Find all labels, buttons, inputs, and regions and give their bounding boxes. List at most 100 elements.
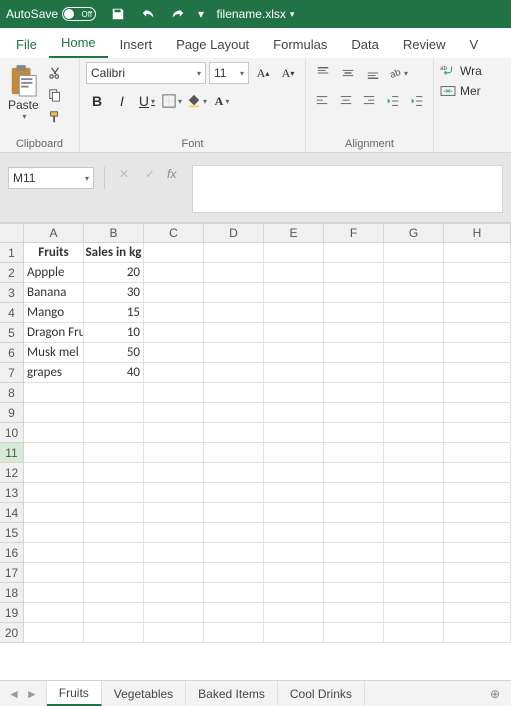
cell-B2[interactable]: 20 [84,263,144,283]
cell-C10[interactable] [144,423,204,443]
tab-page-layout[interactable]: Page Layout [164,31,261,58]
cell-D15[interactable] [204,523,264,543]
cell-D16[interactable] [204,543,264,563]
cell-F20[interactable] [324,623,384,643]
cell-F7[interactable] [324,363,384,383]
decrease-font-icon[interactable]: A▾ [277,62,299,84]
cell-H16[interactable] [444,543,511,563]
cell-E17[interactable] [264,563,324,583]
cell-H10[interactable] [444,423,511,443]
cell-D7[interactable] [204,363,264,383]
cell-G17[interactable] [384,563,444,583]
cell-D18[interactable] [204,583,264,603]
cell-B13[interactable] [84,483,144,503]
cell-B12[interactable] [84,463,144,483]
cell-D9[interactable] [204,403,264,423]
cell-D17[interactable] [204,563,264,583]
cell-B3[interactable]: 30 [84,283,144,303]
cell-E7[interactable] [264,363,324,383]
sheet-next-icon[interactable]: ► [26,687,38,701]
cell-E6[interactable] [264,343,324,363]
cell-F3[interactable] [324,283,384,303]
cell-H2[interactable] [444,263,511,283]
cell-D1[interactable] [204,243,264,263]
cell-C20[interactable] [144,623,204,643]
tab-data[interactable]: Data [339,31,390,58]
row-header-7[interactable]: 7 [0,363,24,383]
cell-A1[interactable]: Fruits [24,243,84,263]
cell-F16[interactable] [324,543,384,563]
wrap-text-button[interactable]: ab Wra [440,64,482,78]
cell-B7[interactable]: 40 [84,363,144,383]
cell-A4[interactable]: Mango [24,303,84,323]
cell-B9[interactable] [84,403,144,423]
cell-D19[interactable] [204,603,264,623]
cell-A20[interactable] [24,623,84,643]
cell-E12[interactable] [264,463,324,483]
cell-A13[interactable] [24,483,84,503]
cell-C9[interactable] [144,403,204,423]
decrease-indent-icon[interactable] [383,90,404,112]
cell-H5[interactable] [444,323,511,343]
enter-formula-icon[interactable]: ✓ [141,167,159,181]
cell-C2[interactable] [144,263,204,283]
cell-H7[interactable] [444,363,511,383]
cell-B14[interactable] [84,503,144,523]
cell-C16[interactable] [144,543,204,563]
cell-B6[interactable]: 50 [84,343,144,363]
cell-D6[interactable] [204,343,264,363]
tab-insert[interactable]: Insert [108,31,165,58]
row-header-3[interactable]: 3 [0,283,24,303]
row-header-10[interactable]: 10 [0,423,24,443]
name-box[interactable]: M11 ▾ [8,167,94,189]
cell-F2[interactable] [324,263,384,283]
row-header-12[interactable]: 12 [0,463,24,483]
undo-icon[interactable] [138,5,158,23]
cell-H14[interactable] [444,503,511,523]
font-color-button[interactable]: A ▾ [211,90,233,112]
cell-A10[interactable] [24,423,84,443]
font-name-combo[interactable]: Calibri ▾ [86,62,206,84]
cell-H18[interactable] [444,583,511,603]
underline-button[interactable]: U▾ [136,90,158,112]
cell-F19[interactable] [324,603,384,623]
paste-button[interactable]: Paste ▾ [6,62,41,123]
cell-F10[interactable] [324,423,384,443]
column-header-D[interactable]: D [204,224,264,243]
sheet-nav[interactable]: ◄ ► [0,681,47,706]
cell-H3[interactable] [444,283,511,303]
cell-G15[interactable] [384,523,444,543]
column-header-F[interactable]: F [324,224,384,243]
sheet-tab-fruits[interactable]: Fruits [47,681,102,706]
row-header-6[interactable]: 6 [0,343,24,363]
redo-icon[interactable] [168,5,188,23]
row-header-5[interactable]: 5 [0,323,24,343]
column-header-E[interactable]: E [264,224,324,243]
cell-A7[interactable]: grapes [24,363,84,383]
copy-icon[interactable] [45,86,65,104]
cell-G9[interactable] [384,403,444,423]
cell-E1[interactable] [264,243,324,263]
cell-C19[interactable] [144,603,204,623]
tab-view[interactable]: V [457,31,490,58]
cut-icon[interactable] [45,64,65,82]
cell-F13[interactable] [324,483,384,503]
cell-H20[interactable] [444,623,511,643]
column-header-G[interactable]: G [384,224,444,243]
cell-F4[interactable] [324,303,384,323]
column-header-B[interactable]: B [84,224,144,243]
cell-E15[interactable] [264,523,324,543]
cell-C11[interactable] [144,443,204,463]
cell-C3[interactable] [144,283,204,303]
cell-E13[interactable] [264,483,324,503]
cell-B20[interactable] [84,623,144,643]
autosave-switch[interactable]: Off [62,7,96,21]
cell-F15[interactable] [324,523,384,543]
cell-F9[interactable] [324,403,384,423]
format-painter-icon[interactable] [45,108,65,126]
cell-H19[interactable] [444,603,511,623]
cell-G11[interactable] [384,443,444,463]
cell-A3[interactable]: Banana [24,283,84,303]
cell-B10[interactable] [84,423,144,443]
row-header-15[interactable]: 15 [0,523,24,543]
